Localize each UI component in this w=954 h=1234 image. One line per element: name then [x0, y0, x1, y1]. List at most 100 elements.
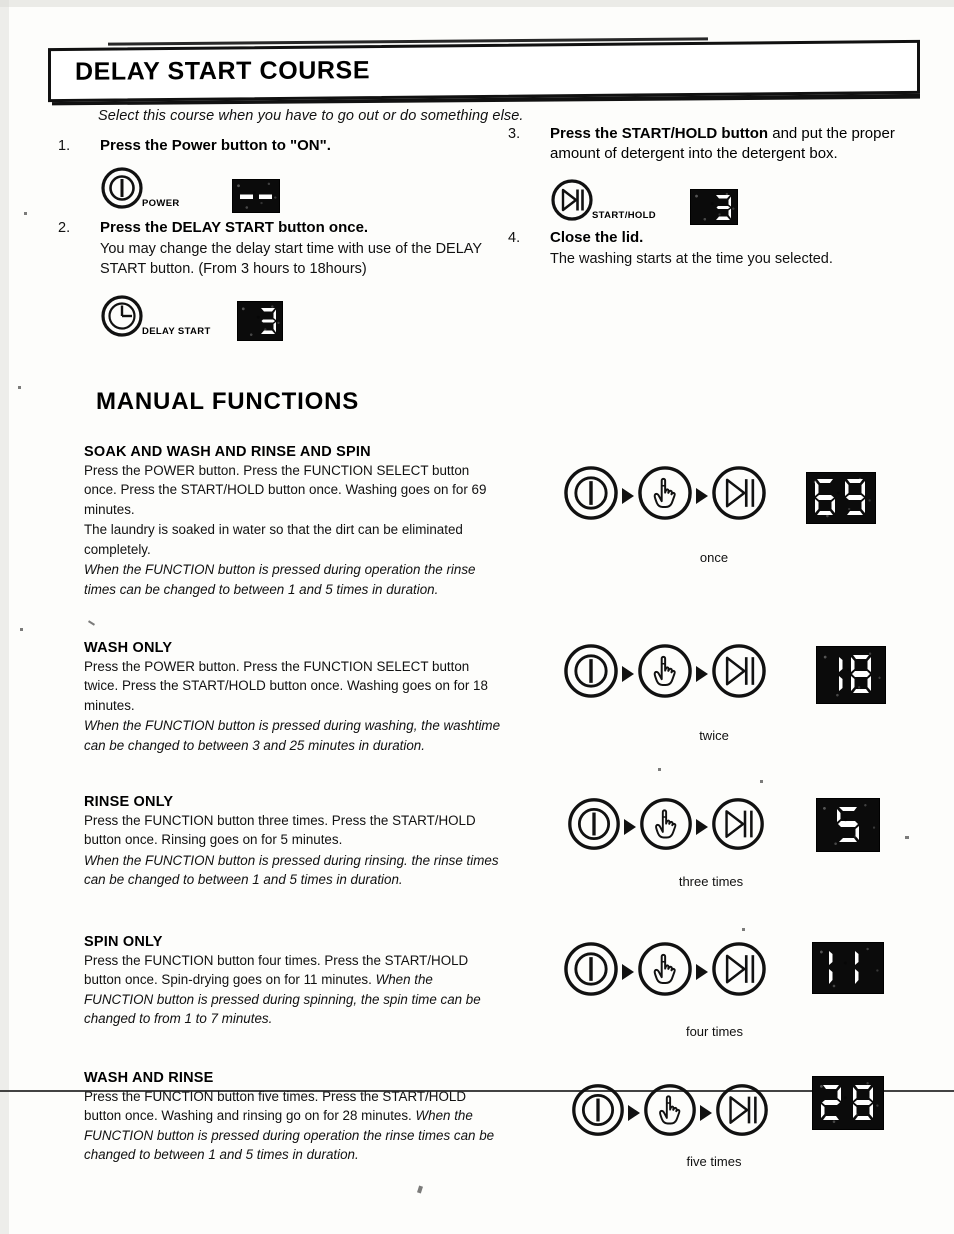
- scan-speck: [18, 386, 21, 389]
- power-icon: [562, 940, 620, 1003]
- led-display-1: [806, 472, 876, 524]
- manual-function-heading: WASH ONLY: [84, 640, 173, 656]
- function-hand-icon: [642, 1082, 698, 1143]
- power-button-label: POWER: [142, 197, 180, 209]
- power-icon: [566, 796, 622, 857]
- sequence-caption: five times: [686, 1154, 742, 1169]
- step-heading-bold: Press the DELAY START button once.: [100, 219, 369, 236]
- arrow-right-icon: [696, 963, 708, 980]
- step-subtext: You may change the delay start time with…: [100, 240, 482, 278]
- led-display-5: [812, 1076, 884, 1130]
- function-hand-icon: [638, 796, 694, 857]
- step-subtext: The washing starts at the time you selec…: [550, 250, 833, 267]
- step-heading: Press the START/HOLD button and put the …: [550, 124, 942, 164]
- manual-function-text: SOAK AND WASH AND RINSE AND SPIN Press t…: [84, 444, 504, 599]
- led-display-3: [816, 798, 880, 852]
- manual-function-heading: SPIN ONLY: [84, 934, 163, 950]
- manual-function-heading: WASH AND RINSE: [84, 1070, 214, 1086]
- step-heading-bold: Close the lid.: [550, 229, 644, 246]
- button-sequence: [562, 464, 768, 527]
- delay-start-button-label: DELAY START: [142, 325, 211, 337]
- sequence-caption: once: [699, 550, 729, 565]
- section-banner: DELAY START COURSE: [48, 37, 922, 106]
- paragraph-plain: Press the FUNCTION button five times. Pr…: [84, 1089, 466, 1124]
- step-number: 1.: [58, 138, 71, 154]
- arrow-right-icon: [696, 487, 708, 504]
- step-number: 2.: [58, 220, 71, 236]
- button-sequence: [562, 940, 768, 1003]
- scan-speck: [760, 780, 763, 783]
- manual-function-paragraph: The laundry is soaked in water so that t…: [84, 522, 463, 557]
- button-sequence: [570, 1082, 770, 1143]
- start-hold-icon: [710, 642, 768, 705]
- led-display-step-2: [236, 300, 283, 341]
- start-hold-icon: [714, 1082, 770, 1143]
- step-heading: Press the DELAY START button once.: [100, 218, 500, 238]
- step-number: 3.: [508, 126, 521, 142]
- scan-edge-artifact: [0, 0, 9, 1234]
- page-title: DELAY START COURSE: [75, 55, 371, 86]
- scan-speck: [658, 768, 661, 771]
- power-icon: [570, 1082, 626, 1143]
- arrow-right-icon: [622, 963, 634, 980]
- function-hand-icon: [636, 464, 694, 527]
- start-hold-button-label: START/HOLD: [592, 209, 657, 221]
- manual-function-note: When the FUNCTION button is pressed duri…: [84, 852, 499, 888]
- sequence-caption: three times: [678, 874, 744, 889]
- led-display-step-3: [690, 188, 739, 225]
- power-icon: [562, 642, 620, 705]
- arrow-right-icon: [622, 665, 634, 682]
- manual-function-paragraph: Press the POWER button. Press the FUNCTI…: [84, 463, 487, 517]
- intro-text: Select this course when you have to go o…: [98, 108, 524, 124]
- power-icon: [100, 166, 144, 215]
- arrow-right-icon: [624, 818, 636, 835]
- arrow-right-icon: [628, 1104, 640, 1121]
- manual-function-note: When the FUNCTION button is pressed duri…: [84, 718, 501, 753]
- led-display-2: [816, 646, 886, 704]
- start-hold-icon: [710, 940, 768, 1003]
- step-number: 4.: [508, 230, 521, 246]
- step-3-button-row: START/HOLD: [550, 178, 942, 227]
- power-icon: [562, 464, 620, 527]
- manual-function-note: When the FUNCTION button is pressed duri…: [84, 562, 476, 597]
- arrow-right-icon: [700, 1104, 712, 1121]
- manual-function-heading: SOAK AND WASH AND RINSE AND SPIN: [84, 444, 371, 460]
- manual-function-paragraph: Press the FUNCTION button four times. Pr…: [84, 951, 504, 1029]
- manual-function-text: SPIN ONLY Press the FUNCTION button four…: [84, 934, 504, 1029]
- step-2-button-row: DELAY START: [100, 294, 500, 343]
- manual-function-paragraph: Press the POWER button. Press the FUNCTI…: [84, 659, 488, 713]
- document-page: DELAY START COURSE Select this course wh…: [0, 0, 954, 1234]
- start-hold-icon: [710, 464, 768, 527]
- manual-function-paragraph: Press the FUNCTION button three times. P…: [84, 813, 476, 848]
- arrow-right-icon: [696, 818, 708, 835]
- function-hand-icon: [636, 642, 694, 705]
- function-hand-icon: [636, 940, 694, 1003]
- start-hold-icon: [550, 178, 594, 227]
- scan-speck: [417, 1185, 423, 1194]
- manual-function-text: RINSE ONLY Press the FUNCTION button thr…: [84, 794, 504, 890]
- arrow-right-icon: [696, 665, 708, 682]
- scan-speck: [20, 628, 23, 631]
- sequence-caption: twice: [699, 728, 729, 743]
- start-hold-icon: [710, 796, 766, 857]
- led-display-step-1: [231, 178, 280, 213]
- scan-speck: [905, 836, 909, 839]
- led-display-4: [812, 942, 884, 994]
- scan-speck: [24, 212, 27, 215]
- manual-function-text: WASH ONLY Press the POWER button. Press …: [84, 640, 504, 755]
- step-1-button-row: POWER: [100, 166, 331, 215]
- step-heading-bold: Press the START/HOLD button: [550, 125, 769, 142]
- manual-function-paragraph: Press the FUNCTION button five times. Pr…: [84, 1087, 504, 1165]
- step-heading-bold: Press the Power button to "ON".: [100, 137, 331, 154]
- clock-icon: [100, 294, 144, 343]
- banner-box: DELAY START COURSE: [48, 39, 920, 103]
- manual-functions-title: MANUAL FUNCTIONS: [96, 388, 360, 415]
- step-heading: Press the Power button to "ON".: [100, 136, 331, 156]
- arrow-right-icon: [622, 487, 634, 504]
- button-sequence: [566, 796, 766, 857]
- sequence-caption: four times: [685, 1024, 744, 1039]
- scan-edge-artifact: [0, 0, 954, 7]
- manual-function-heading: RINSE ONLY: [84, 794, 174, 810]
- scan-speck: [88, 620, 95, 626]
- scan-speck: [742, 928, 745, 931]
